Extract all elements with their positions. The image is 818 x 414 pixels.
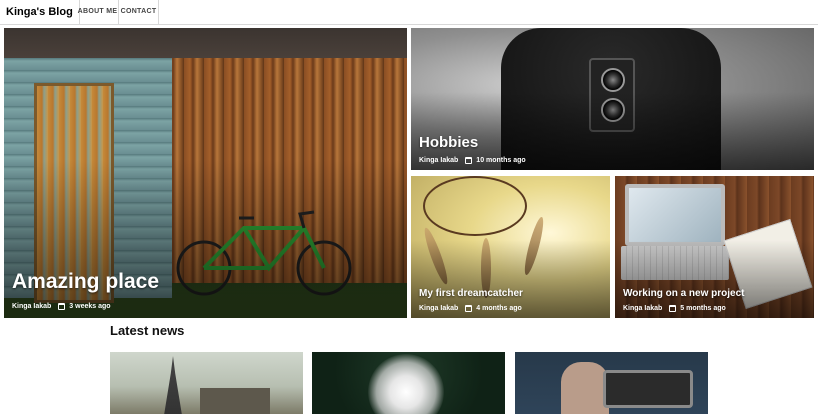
- camera-image-part: [603, 370, 693, 408]
- post-author: Kinga Iakab: [623, 305, 663, 312]
- nav-contact-link[interactable]: CONTACT: [119, 0, 159, 24]
- site-brand[interactable]: Kinga's Blog: [0, 0, 80, 24]
- featured-post-dreamcatcher[interactable]: My first dreamcatcher Kinga Iakab 4 mont…: [411, 176, 610, 318]
- post-author: Kinga Iakab: [419, 157, 459, 164]
- post-title[interactable]: Working on a new project: [623, 288, 745, 299]
- featured-post-new-project[interactable]: Working on a new project Kinga Iakab 5 m…: [615, 176, 814, 318]
- tower-image-part: [164, 356, 182, 414]
- post-meta: Kinga Iakab 5 months ago: [623, 305, 726, 312]
- post-title[interactable]: My first dreamcatcher: [419, 288, 523, 299]
- dreamcatcher-image-part: [423, 176, 527, 236]
- nav-about-link[interactable]: ABOUT ME: [77, 0, 119, 24]
- calendar-icon: [465, 305, 473, 312]
- dandelion-image-part: [368, 354, 444, 414]
- featured-post-amazing-place[interactable]: Amazing place Kinga Iakab 3 weeks ago: [4, 28, 407, 318]
- news-card-dandelion[interactable]: [312, 352, 505, 414]
- post-meta: Kinga Iakab 3 weeks ago: [12, 303, 111, 310]
- featured-post-hobbies[interactable]: Hobbies Kinga Iakab 10 months ago: [411, 28, 814, 170]
- post-title[interactable]: Hobbies: [419, 134, 478, 151]
- post-date: 4 months ago: [476, 305, 522, 312]
- hand-image-part: [561, 362, 609, 414]
- laptop-screen-image-part: [625, 184, 725, 246]
- building-image-part: [200, 388, 270, 414]
- overlay-gradient: [4, 158, 407, 318]
- post-author: Kinga Iakab: [12, 303, 52, 310]
- post-date: 10 months ago: [476, 157, 526, 164]
- post-title[interactable]: Amazing place: [12, 270, 159, 294]
- calendar-icon: [58, 303, 66, 310]
- post-author: Kinga Iakab: [419, 305, 459, 312]
- post-meta: Kinga Iakab 10 months ago: [419, 157, 526, 164]
- post-meta: Kinga Iakab 4 months ago: [419, 305, 522, 312]
- latest-news-heading: Latest news: [110, 323, 185, 338]
- news-card-paris[interactable]: [110, 352, 303, 414]
- post-date: 5 months ago: [680, 305, 726, 312]
- camera-lens: [601, 68, 625, 92]
- top-navbar: Kinga's Blog ABOUT ME CONTACT: [0, 0, 818, 25]
- calendar-icon: [465, 157, 473, 164]
- calendar-icon: [669, 305, 677, 312]
- post-date: 3 weeks ago: [69, 303, 111, 310]
- news-card-camera[interactable]: [515, 352, 708, 414]
